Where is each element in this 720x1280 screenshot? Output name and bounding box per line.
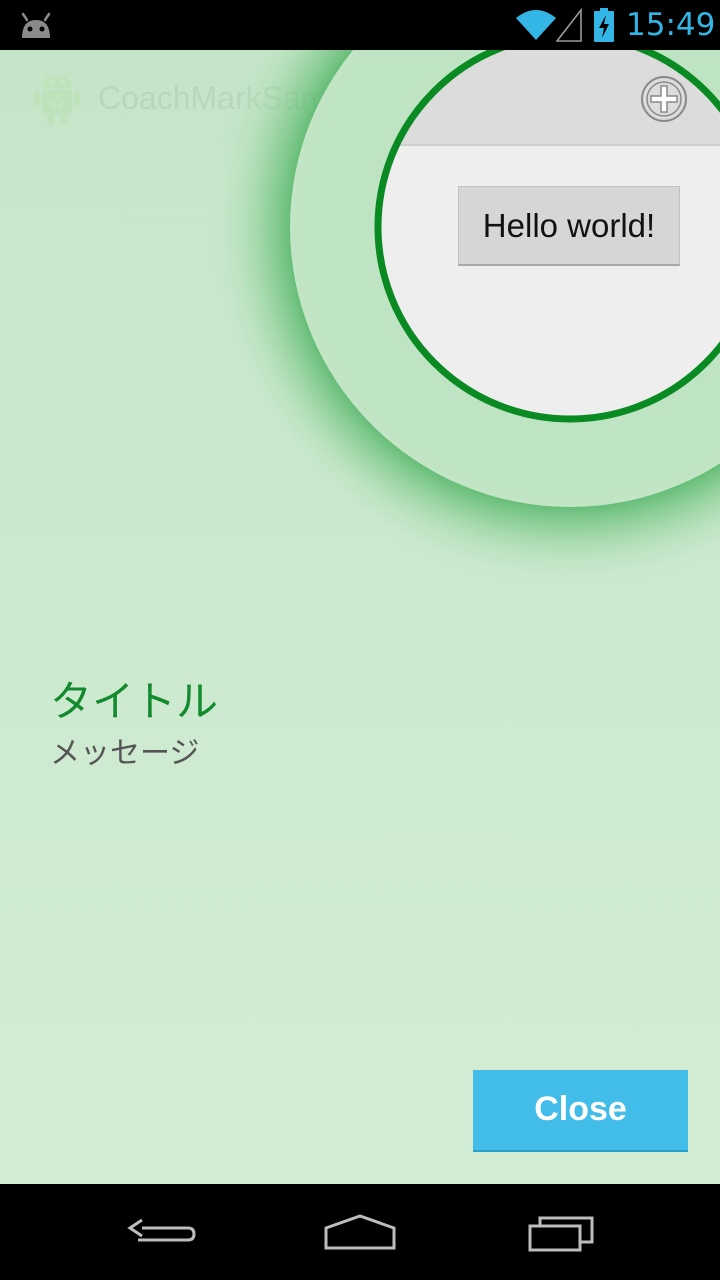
android-notification-icon [21,12,51,38]
hello-world-button[interactable]: Hello world! [458,186,680,266]
add-circle-icon[interactable] [640,75,688,123]
back-icon[interactable] [124,1202,196,1262]
close-button[interactable]: Close [473,1070,688,1152]
action-bar: CoachMarkSample [0,50,720,146]
cell-signal-icon [556,8,582,42]
coach-mark-message: メッセージ [50,736,200,771]
status-clock: 15:49 [626,7,716,43]
home-icon[interactable] [322,1202,398,1262]
app-screen: CoachMarkSample Hello world! タイトル メッセージ … [0,50,720,1184]
recents-icon[interactable] [526,1202,598,1262]
navigation-bar [0,1184,720,1280]
battery-charging-icon [594,8,614,42]
status-bar: 15:49 [0,0,720,50]
android-launcher-icon [34,70,80,125]
wifi-icon [516,10,556,40]
coach-mark-title: タイトル [50,677,219,726]
app-title: CoachMarkSample [98,80,371,116]
